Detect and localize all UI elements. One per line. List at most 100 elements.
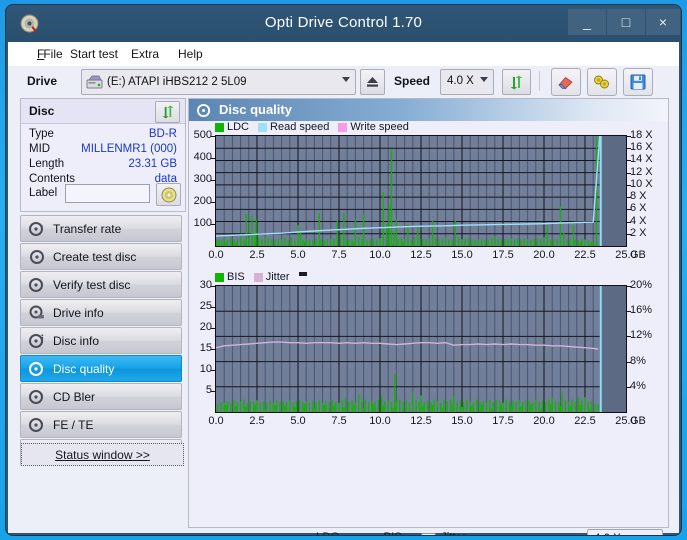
legend-marker-extra: [298, 271, 307, 276]
sidebar-item-transfer-rate[interactable]: Transfer rate: [20, 215, 182, 242]
legend-label-ldc: LDC: [227, 121, 250, 133]
disc-verify-icon: [29, 277, 45, 293]
y-tick-mark: [211, 180, 215, 181]
sidebar-item-create-test-disc[interactable]: Create test disc: [20, 243, 182, 270]
ldc-plot-area[interactable]: [215, 135, 627, 247]
jitter-checkbox[interactable]: [421, 533, 436, 535]
cd-icon: [161, 187, 176, 202]
y2-tick-label: 12 X: [630, 165, 653, 178]
status-window-button[interactable]: Status window >>: [21, 443, 184, 466]
sidebar-item-verify-test-disc[interactable]: Verify test disc: [20, 271, 182, 298]
y2-tick-label: 12%: [630, 329, 653, 342]
disc-burn-icon: [29, 249, 45, 265]
ldc-chart: LDC Read speed Write speed 100 200 300 400 5…: [189, 121, 668, 267]
sidebar-item-label: Create test disc: [53, 249, 137, 264]
x-tick-label: 2.5: [249, 249, 265, 261]
legend-label-jitter: Jitter: [265, 271, 290, 283]
refresh-drive-button[interactable]: [502, 69, 531, 95]
sidebar-item-cd-bler[interactable]: CD Bler: [20, 383, 182, 410]
key-button[interactable]: [587, 68, 617, 96]
chevron-down-icon[interactable]: [342, 77, 350, 82]
disc-mid-label: MID: [29, 143, 51, 155]
y2-tick-label: 18 X: [630, 129, 653, 141]
test-speed-value: 4.0 X: [594, 533, 621, 535]
read-disc-label-button[interactable]: [156, 183, 181, 206]
y-tick-label: 10: [199, 363, 212, 375]
y-tick-mark: [211, 349, 215, 350]
bis-plot-area[interactable]: [215, 285, 627, 413]
y-tick-label: 30: [199, 279, 212, 291]
y2-tick-label: 2 X: [630, 226, 647, 239]
y2-tick-mark: [627, 233, 631, 235]
disc-type-value: BD-R: [148, 128, 177, 140]
y2-tick-mark: [627, 172, 631, 174]
content-title: Disc quality: [219, 102, 292, 117]
ldc-plot-svg: [216, 136, 626, 246]
y-tick-mark: [211, 370, 215, 371]
speed-select[interactable]: 4.0 X: [440, 69, 494, 95]
menu-help[interactable]: Help: [173, 46, 208, 62]
x-tick-label: 7.5: [331, 249, 347, 261]
x-axis-unit: GB: [630, 249, 646, 261]
sidebar-item-disc-quality[interactable]: Disc quality: [20, 355, 182, 382]
sidebar-item-label: Transfer rate: [53, 221, 122, 236]
maximize-button[interactable]: □: [607, 9, 645, 35]
content-panel: Disc quality LDC Read speed Write speed …: [188, 98, 669, 535]
refresh-disc-button[interactable]: [155, 101, 180, 123]
close-button[interactable]: ×: [646, 9, 680, 35]
x-tick-label: 20.0: [533, 249, 555, 261]
speed-label: Speed: [394, 74, 431, 88]
fe-te-icon: [29, 417, 45, 433]
menu-file[interactable]: FFile: [32, 46, 68, 62]
disc-box-title: Disc: [29, 104, 55, 118]
y2-tick-label: 10 X: [630, 177, 653, 190]
save-button[interactable]: [623, 68, 653, 96]
sidebar-item-label: FE / TE: [53, 417, 94, 432]
sidebar-item-label: Verify test disc: [53, 277, 131, 292]
y2-tick-mark: [627, 136, 631, 137]
drive-select[interactable]: (E:) ATAPI iHBS212 2 5L09: [81, 69, 356, 95]
y-tick-label: 400: [193, 151, 212, 163]
sidebar-item-fe-te[interactable]: FE / TE: [20, 411, 182, 438]
erase-button[interactable]: [551, 68, 581, 96]
disc-length-label: Length: [29, 158, 65, 170]
left-panel: Disc Type BD-R MID MILLENMR1 (000) Lengt…: [20, 98, 186, 528]
drive-info-icon: [29, 305, 45, 321]
y2-tick-mark: [627, 160, 631, 162]
disc-quality-icon: [197, 103, 212, 118]
legend-swatch-jitter: [253, 272, 263, 282]
y-tick-mark: [211, 158, 215, 159]
menu-extra[interactable]: Extra: [126, 46, 164, 62]
sidebar-item-label: Drive info: [53, 305, 104, 320]
disc-type-label: Type: [29, 128, 54, 140]
bis-jitter-chart: BIS Jitter 5 10 15 20 25 30 4% 8% 12% 16% 20% 0.0…: [189, 271, 668, 436]
jitter-label: Jitter: [441, 532, 466, 535]
save-icon: [630, 74, 646, 90]
x-tick-label: 20.0: [533, 415, 555, 427]
speed-value: 4.0 X: [447, 75, 474, 87]
disc-length-value: 23.31 GB: [128, 158, 177, 170]
eject-button[interactable]: [360, 69, 385, 95]
y2-tick-mark: [627, 386, 631, 388]
minimize-button[interactable]: _: [568, 9, 606, 35]
test-speed-select[interactable]: 4.0 X: [587, 529, 663, 535]
menu-start-test[interactable]: Start test: [65, 46, 123, 62]
stat-header-ldc: LDC: [279, 532, 339, 535]
y-tick-mark: [211, 286, 215, 287]
sidebar-item-drive-info[interactable]: Drive info: [20, 299, 182, 326]
y-tick-label: 25: [199, 300, 212, 312]
x-tick-label: 2.5: [249, 415, 265, 427]
sidebar-item-disc-info[interactable]: Disc info: [20, 327, 182, 354]
x-tick-label: 7.5: [331, 415, 347, 427]
toolbar: Drive (E:) ATAPI iHBS212 2 5L09 Speed 4.…: [8, 66, 679, 98]
drive-value: (E:) ATAPI iHBS212 2 5L09: [107, 76, 247, 88]
chevron-down-icon[interactable]: [480, 77, 488, 82]
y2-tick-label: 4%: [630, 379, 646, 392]
x-tick-label: 22.5: [574, 249, 596, 261]
y-tick-label: 5: [205, 384, 212, 396]
disc-label-input[interactable]: [65, 184, 150, 203]
sidebar-item-label: Disc info: [53, 333, 100, 348]
y2-tick-mark: [627, 361, 631, 363]
eraser-icon: [558, 76, 573, 89]
disc-test-icon: [29, 221, 45, 237]
